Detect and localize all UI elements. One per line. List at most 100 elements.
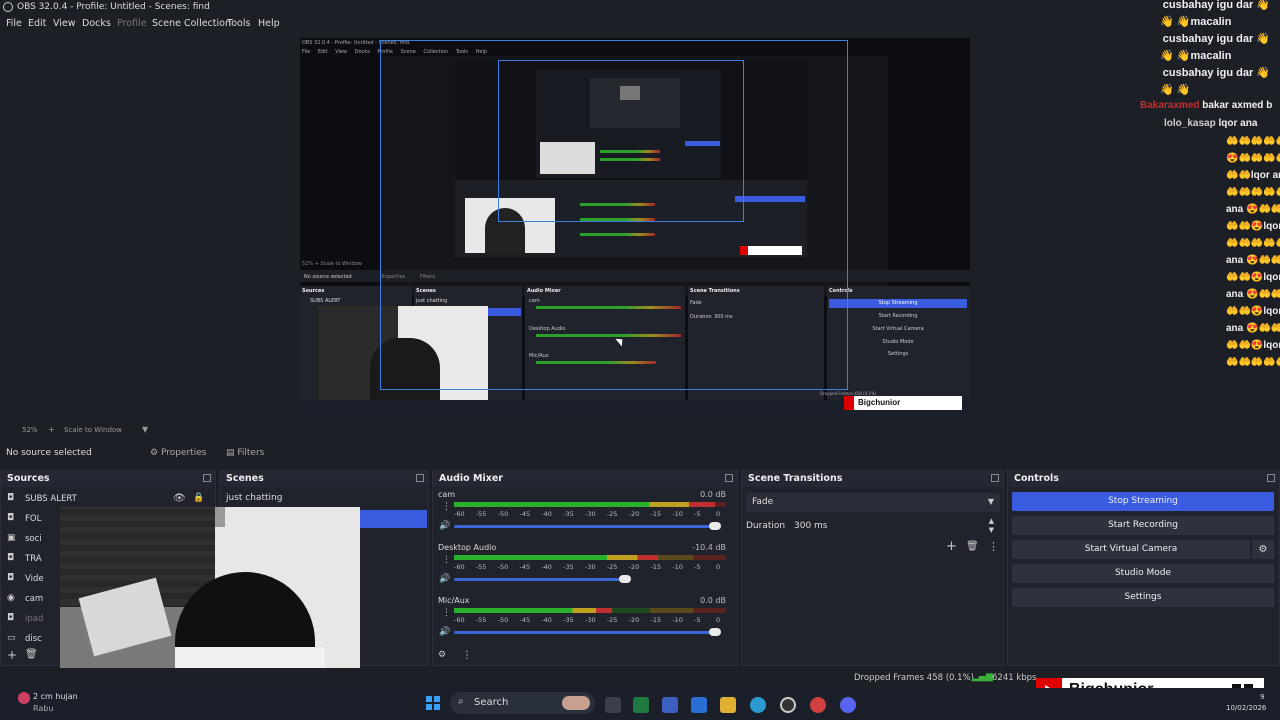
mixer-settings-icon[interactable]: ⚙ <box>438 650 446 660</box>
search-highlight-icon <box>562 696 590 710</box>
chevron-down-icon: ▼ <box>987 497 994 506</box>
clock-time[interactable]: 9 <box>1260 693 1264 701</box>
store-icon[interactable] <box>691 697 707 713</box>
studio-mode-button[interactable]: Studio Mode <box>1012 564 1274 583</box>
menu-help[interactable]: Help <box>258 18 280 29</box>
folder-icon[interactable] <box>720 697 736 713</box>
speaker-icon[interactable]: 🔊 <box>439 627 450 637</box>
no-source-label: No source selected <box>6 448 92 458</box>
gear-icon[interactable]: ⚙ <box>1252 540 1274 559</box>
menu-tools[interactable]: Tools <box>227 18 250 29</box>
mixer-title: Audio Mixer <box>439 473 503 484</box>
more-options-icon[interactable]: ⋮ <box>988 540 999 553</box>
speaker-icon[interactable]: 🔊 <box>439 574 450 584</box>
copilot-icon[interactable] <box>662 697 678 713</box>
dock-float-icon[interactable] <box>1267 474 1275 482</box>
volume-slider[interactable] <box>454 578 626 581</box>
bitrate: 6241 kbps <box>992 673 1037 683</box>
clock-date[interactable]: 10/02/2026 <box>1226 704 1266 712</box>
db-tick-label: -20 <box>628 616 640 624</box>
task-view-icon[interactable] <box>605 697 621 713</box>
preview-canvas[interactable]: OBS 32.0.4 - Profile: Untitled - Scenes:… <box>300 38 970 416</box>
scale-to-window[interactable]: Scale to Window <box>64 426 122 434</box>
excel-icon[interactable] <box>633 697 649 713</box>
db-tick-label: -35 <box>563 563 574 571</box>
camera-icon: ◉ <box>7 593 15 603</box>
stop-streaming-button[interactable]: Stop Streaming <box>1012 492 1274 511</box>
settings-button[interactable]: Settings <box>1012 588 1274 607</box>
zoom-level[interactable]: 52% <box>22 426 38 434</box>
chat-message: 🤲🤲🤲🤲🤲 <box>1226 187 1280 198</box>
db-tick-label: 0 <box>716 563 721 571</box>
windows-start-icon[interactable] <box>426 696 440 710</box>
channel-name: Mic/Aux <box>438 596 470 605</box>
scene-transitions-dock: Scene Transitions Fade ▼ Duration 300 ms… <box>741 470 1004 666</box>
spin-arrows-icon[interactable]: ▲ ▼ <box>989 517 994 535</box>
add-source-icon[interactable]: + <box>7 648 17 662</box>
volume-slider-handle[interactable] <box>619 575 632 583</box>
dock-float-icon[interactable] <box>725 474 733 482</box>
menu-edit[interactable]: Edit <box>28 18 46 29</box>
dock-float-icon[interactable] <box>991 474 999 482</box>
mixer-channel: cam 0.0 dB ⋮ -60 -55 -50 -45 -40 -35 -30 -25 -20 -15… <box>436 490 730 540</box>
db-tick-label: -60 <box>454 616 465 624</box>
filters-button[interactable]: ▤ Filters <box>226 445 264 461</box>
zoom-plus-icon[interactable]: + <box>48 425 55 434</box>
nested-studio-mode: Studio Mode <box>882 339 914 345</box>
trash-icon[interactable]: 🗑 <box>966 541 979 552</box>
volume-slider[interactable] <box>454 525 716 528</box>
transition-select[interactable]: Fade ▼ <box>746 493 1000 512</box>
speaker-icon[interactable]: 🔊 <box>439 521 450 531</box>
duration-value: 300 ms <box>794 521 828 531</box>
sources-title: Sources <box>7 473 50 484</box>
chevron-down-icon[interactable]: ▼ <box>142 425 148 434</box>
add-transition-icon[interactable]: + <box>946 539 957 554</box>
volume-slider-handle[interactable] <box>709 628 722 636</box>
filters-label: Filters <box>237 448 265 458</box>
discord-icon[interactable] <box>840 697 856 713</box>
volume-slider[interactable] <box>454 631 716 634</box>
duration-input[interactable]: 300 ms ▲ ▼ <box>788 517 1000 536</box>
duration-label: Duration <box>746 521 786 531</box>
nested-no-source: No source selected <box>304 274 352 280</box>
channel-db: 0.0 dB <box>700 596 726 605</box>
source-item[interactable]: ◘ SUBS ALERT 👁 🔒 <box>1 489 215 509</box>
channel-menu-icon[interactable]: ⋮ <box>442 502 451 512</box>
dock-float-icon[interactable] <box>203 474 211 482</box>
weather-temp[interactable]: 2 cm hujan <box>33 692 78 701</box>
eye-icon[interactable]: 👁 <box>173 493 186 504</box>
window-icon: ▭ <box>7 633 16 643</box>
source-label: disc <box>25 634 42 644</box>
menu-profile[interactable]: Profile <box>117 18 147 29</box>
dropped-frames: Dropped Frames 458 (0.1%) <box>854 673 974 683</box>
trash-icon[interactable]: 🗑 <box>25 649 38 660</box>
menu-docks[interactable]: Docks <box>82 18 111 29</box>
volume-slider-handle[interactable] <box>709 522 722 530</box>
channel-menu-icon[interactable]: ⋮ <box>442 555 451 565</box>
db-tick-label: -5 <box>694 563 701 571</box>
source-label: FOL <box>25 514 42 524</box>
more-options-icon[interactable]: ⋮ <box>462 650 472 661</box>
obs-icon[interactable] <box>780 697 796 713</box>
menu-file[interactable]: File <box>6 18 22 29</box>
start-recording-button[interactable]: Start Recording <box>1012 516 1274 535</box>
source-label: cam <box>25 594 44 604</box>
taskbar-search[interactable]: ⌕ Search <box>450 692 595 714</box>
lock-icon[interactable]: 🔒 <box>193 493 204 503</box>
chrome-icon[interactable] <box>810 697 826 713</box>
weather-day[interactable]: Rabu <box>33 704 53 713</box>
nested-settings: Settings <box>887 351 909 357</box>
weather-icon[interactable] <box>18 692 30 704</box>
display-icon: ◘ <box>7 613 15 623</box>
channel-menu-icon[interactable]: ⋮ <box>442 608 451 618</box>
dock-float-icon[interactable] <box>416 474 424 482</box>
menu-scene-collection[interactable]: Scene Collection <box>152 18 231 29</box>
db-tick-label: -40 <box>541 510 552 518</box>
edge-icon[interactable] <box>750 697 766 713</box>
properties-button[interactable]: ⚙ Properties <box>150 445 206 461</box>
start-virtual-camera-button[interactable]: Start Virtual Camera <box>1012 540 1250 559</box>
scene-item[interactable]: just chatting <box>226 493 282 503</box>
menu-view[interactable]: View <box>53 18 76 29</box>
channel-db: 0.0 dB <box>700 490 726 499</box>
display-icon: ◘ <box>7 553 15 563</box>
